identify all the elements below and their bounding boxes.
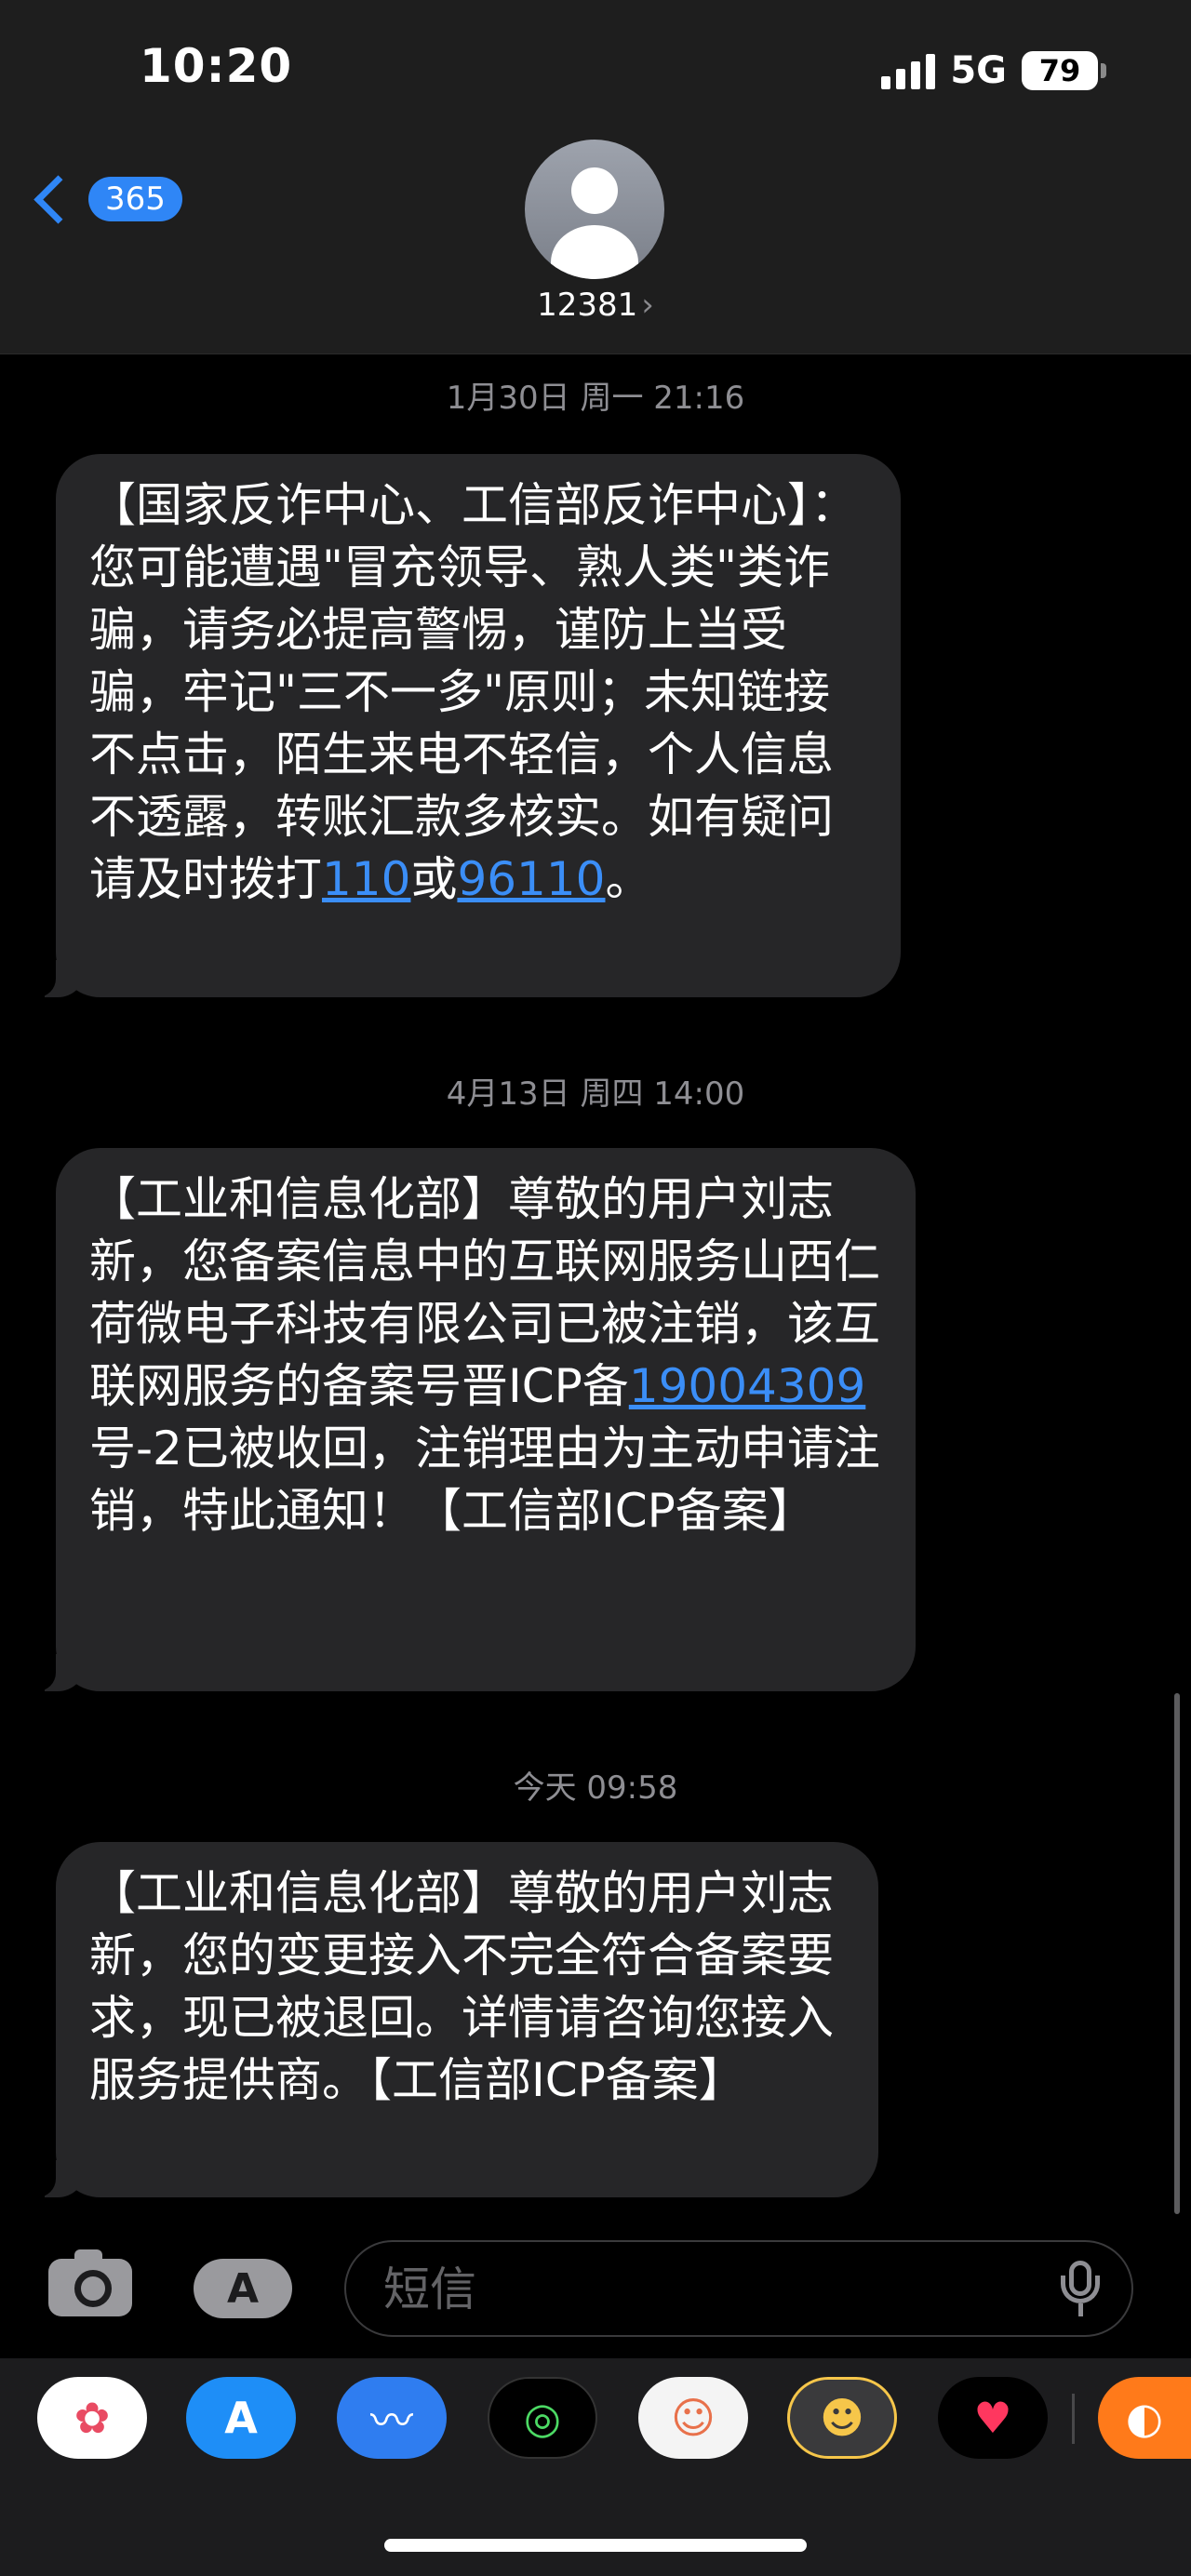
message-bubble[interactable]: 【工业和信息化部】尊敬的用户刘志新，您的变更接入不完全符合备案要求，现已被退回。… (32, 1842, 878, 2197)
contact-avatar[interactable] (525, 140, 664, 279)
chevron-left-icon (33, 174, 83, 224)
phone-link[interactable]: 96110 (457, 852, 605, 906)
conversation-header: 10:20 5G 79 365 12381 › (0, 0, 1191, 354)
number-link[interactable]: 19004309 (629, 1359, 866, 1413)
message-timestamp: 4月13日 周四 14:00 (446, 1075, 745, 1113)
message-timestamp: 1月30日 周一 21:16 (446, 380, 745, 417)
unread-count-badge: 365 (88, 177, 182, 221)
message-bubble[interactable]: 【工业和信息化部】尊敬的用户刘志新，您备案信息中的互联网服务山西仁荷微电子科技有… (32, 1148, 916, 1691)
camera-icon[interactable] (48, 2249, 132, 2316)
memoji-icon[interactable]: ☻ (787, 2377, 897, 2459)
scrollbar[interactable] (1174, 1693, 1180, 2214)
microphone-icon[interactable] (1057, 2261, 1104, 2316)
compose-bar: A (0, 2233, 1191, 2344)
message-bubble[interactable]: 【国家反诈中心、工信部反诈中心】：您可能遭遇"冒充领导、熟人类"类诈骗，请务必提… (32, 454, 901, 997)
divider (1072, 2394, 1075, 2444)
contact-name-button[interactable]: 12381 › (0, 287, 1191, 324)
app-store-app-icon[interactable]: A (186, 2377, 296, 2459)
chevron-right-icon: › (641, 287, 654, 324)
battery-level: 79 (1038, 53, 1081, 88)
phone-link[interactable]: 110 (322, 852, 410, 906)
cellular-signal-icon (881, 52, 936, 89)
contact-name: 12381 (537, 287, 638, 324)
message-timestamp: 今天 09:58 (513, 1769, 678, 1807)
back-button[interactable]: 365 (33, 174, 182, 224)
status-time: 10:20 (140, 39, 293, 93)
photos-app-icon[interactable]: ✿ (37, 2377, 147, 2459)
audio-message-icon[interactable]: 〰 (337, 2377, 447, 2459)
home-indicator[interactable] (384, 2539, 807, 2552)
digital-touch-icon[interactable]: ♥ (938, 2377, 1048, 2459)
status-icons: 5G 79 (881, 47, 1106, 95)
more-apps-icon[interactable]: ◐ (1098, 2377, 1191, 2459)
message-field[interactable] (344, 2240, 1133, 2337)
message-input[interactable] (381, 2242, 1018, 2337)
app-store-icon[interactable]: A (194, 2259, 292, 2318)
memoji-stickers-icon[interactable]: ☺ (638, 2377, 748, 2459)
person-icon (571, 167, 618, 214)
battery-icon: 79 (1022, 51, 1106, 90)
network-type: 5G (950, 49, 1007, 92)
activity-icon[interactable]: ◎ (488, 2377, 597, 2459)
